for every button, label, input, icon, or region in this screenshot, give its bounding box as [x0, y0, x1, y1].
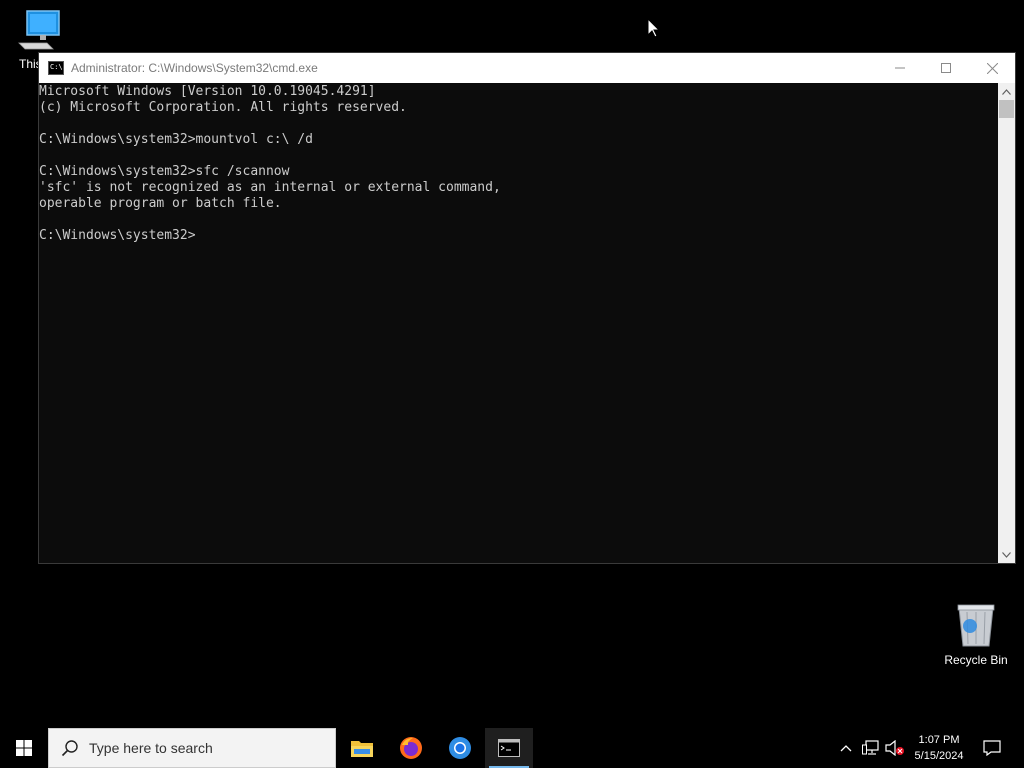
console-line: (c) Microsoft Corporation. All rights re… [39, 100, 407, 115]
console-line: C:\Windows\system32>sfc /scannow [39, 164, 290, 179]
firefox-icon [400, 737, 422, 759]
chrome-icon [449, 737, 471, 759]
clock-time: 1:07 PM [918, 734, 960, 746]
taskbar-file-explorer[interactable] [338, 728, 386, 768]
maximize-icon [941, 63, 951, 73]
network-icon [862, 740, 879, 755]
taskbar-chrome[interactable] [436, 728, 484, 768]
scroll-up-button[interactable] [998, 83, 1015, 100]
chevron-down-icon [1002, 551, 1011, 558]
vertical-scrollbar[interactable] [998, 83, 1015, 563]
scroll-down-button[interactable] [998, 546, 1015, 563]
start-button[interactable] [0, 728, 48, 768]
console-line: Microsoft Windows [Version 10.0.19045.42… [39, 84, 376, 99]
search-placeholder: Type here to search [89, 740, 213, 756]
window-title: Administrator: C:\Windows\System32\cmd.e… [71, 61, 318, 75]
clock-date: 5/15/2024 [914, 750, 964, 762]
notification-icon [983, 740, 1001, 756]
title-bar[interactable]: Administrator: C:\Windows\System32\cmd.e… [39, 53, 1015, 83]
taskbar-firefox[interactable] [387, 728, 435, 768]
computer-icon [18, 10, 60, 50]
console-line: C:\Windows\system32>mountvol c:\ /d [39, 132, 313, 147]
close-icon [986, 62, 998, 74]
recycle-bin-label: Recycle Bin [944, 653, 1008, 667]
console-line: operable program or batch file. [39, 196, 282, 211]
volume-tray-button[interactable] [884, 728, 906, 768]
maximize-button[interactable] [923, 53, 969, 83]
search-icon [61, 740, 78, 757]
recycle-bin-icon [957, 604, 995, 647]
network-tray-button[interactable] [860, 728, 882, 768]
taskbar-command-prompt[interactable] [485, 728, 533, 768]
search-box[interactable]: Type here to search [48, 728, 336, 768]
chevron-up-icon [840, 745, 852, 752]
clock[interactable]: 1:07 PM 5/15/2024 [906, 728, 972, 768]
terminal-icon [498, 739, 520, 757]
taskbar: Type here to search 1:07 PM 5/15/2024 [0, 728, 1024, 768]
action-center-button[interactable] [978, 728, 1006, 768]
console-output[interactable]: Microsoft Windows [Version 10.0.19045.42… [39, 83, 999, 563]
console-line: 'sfc' is not recognized as an internal o… [39, 180, 501, 195]
console-prompt[interactable]: C:\Windows\system32> [39, 228, 196, 243]
mouse-cursor-icon [648, 19, 660, 38]
volume-muted-icon [885, 740, 904, 756]
minimize-button[interactable] [877, 53, 923, 83]
folder-icon [351, 741, 373, 757]
minimize-icon [895, 67, 905, 69]
chevron-up-icon [1002, 88, 1011, 95]
show-hidden-icons-button[interactable] [836, 728, 856, 768]
cmd-icon [48, 61, 64, 75]
windows-logo-icon [16, 740, 32, 756]
recycle-bin-desktop-icon[interactable]: Recycle Bin [938, 602, 1014, 667]
cmd-window[interactable]: Administrator: C:\Windows\System32\cmd.e… [38, 52, 1016, 564]
scrollbar-thumb[interactable] [999, 100, 1014, 118]
close-button[interactable] [969, 53, 1015, 83]
